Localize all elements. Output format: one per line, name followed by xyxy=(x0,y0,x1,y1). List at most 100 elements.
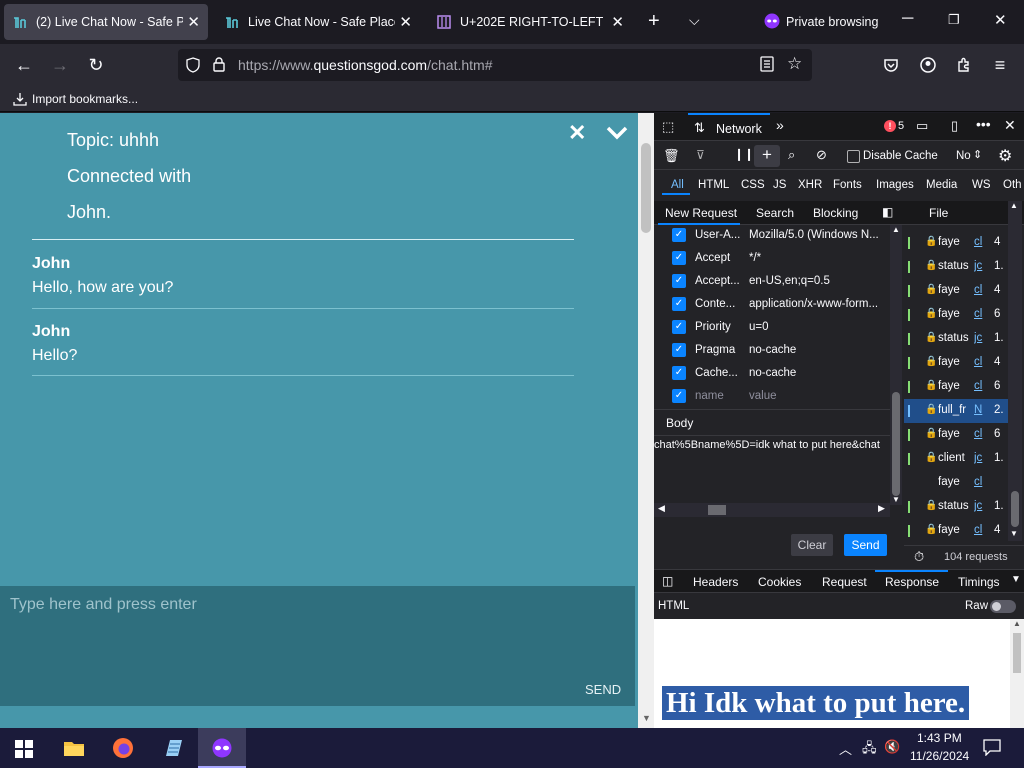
request-list-scrollbar[interactable]: ▲ ▼ xyxy=(1008,201,1022,541)
tab-blocking[interactable]: Blocking xyxy=(813,206,858,220)
pocket-icon[interactable] xyxy=(878,52,904,78)
pause-icon[interactable]: ❙❙ xyxy=(734,147,754,161)
scroll-down-icon[interactable]: ▼ xyxy=(642,713,651,723)
header-name[interactable]: Pragma xyxy=(695,344,743,356)
lock-icon[interactable] xyxy=(212,56,226,72)
bookmark-star-icon[interactable]: ☆ xyxy=(787,54,802,74)
reader-view-icon[interactable] xyxy=(760,56,774,75)
file-column-header[interactable]: File xyxy=(929,206,948,220)
request-row[interactable]: 🔒 client jc 1. xyxy=(904,447,1008,471)
chat-input-placeholder[interactable]: Type here and press enter xyxy=(10,596,197,614)
header-value[interactable]: en-US,en;q=0.5 xyxy=(749,275,884,287)
filter-css[interactable]: CSS xyxy=(741,179,765,191)
tab-request[interactable]: Request xyxy=(822,575,867,589)
new-tab-icon[interactable]: + xyxy=(648,10,660,33)
trash-icon[interactable]: 🗑 xyxy=(663,148,680,164)
body-hscrollbar[interactable]: ◀ ▶ xyxy=(654,503,890,517)
notifications-icon[interactable] xyxy=(983,738,1001,757)
close-tab-icon[interactable]: ✕ xyxy=(399,13,412,31)
scroll-up-icon[interactable]: ▲ xyxy=(1013,619,1021,628)
toggle-sidebar-icon[interactable]: ◧ xyxy=(882,205,893,219)
filter-images[interactable]: Images xyxy=(876,179,914,191)
request-row[interactable]: 🔒 faye cl 6 xyxy=(904,423,1008,447)
toggle-details-icon[interactable]: ◫ xyxy=(662,574,673,588)
scroll-up-icon[interactable]: ▲ xyxy=(892,225,900,234)
url-text[interactable]: https://www.questionsgod.com/chat.htm# xyxy=(238,57,492,73)
request-row[interactable]: 🔒 faye cl 4 xyxy=(904,519,1008,543)
filter-ws[interactable]: WS xyxy=(972,179,991,191)
header-name[interactable]: Accept... xyxy=(695,275,743,287)
disable-cache-checkbox[interactable] xyxy=(847,150,860,163)
menu-icon[interactable]: ≡ xyxy=(987,52,1013,78)
header-value[interactable]: */* xyxy=(749,252,884,264)
header-enabled-checkbox[interactable]: ✓ xyxy=(672,320,686,334)
request-row[interactable]: 🔒 status jc 1. xyxy=(904,255,1008,279)
filter-media[interactable]: Media xyxy=(926,179,957,191)
raw-toggle[interactable] xyxy=(990,600,1016,613)
page-scrollbar[interactable]: ▼ xyxy=(638,113,654,728)
error-icon[interactable]: ! xyxy=(884,120,896,132)
filter-fonts[interactable]: Fonts xyxy=(833,179,862,191)
new-header-value-input[interactable]: value xyxy=(749,390,884,402)
scroll-right-icon[interactable]: ▶ xyxy=(878,503,885,514)
send-request-button[interactable]: Send xyxy=(844,534,887,556)
url-bar[interactable]: https://www.questionsgod.com/chat.htm# ☆ xyxy=(178,49,812,81)
header-enabled-checkbox[interactable]: ✓ xyxy=(672,297,686,311)
element-picker-icon[interactable]: ⬚ xyxy=(662,119,674,135)
header-enabled-checkbox[interactable]: ✓ xyxy=(672,366,686,380)
header-enabled-checkbox[interactable]: ✓ xyxy=(672,228,686,242)
clock-date[interactable]: 11/26/2024 xyxy=(910,749,969,763)
gear-icon[interactable]: ⚙ xyxy=(998,146,1012,166)
tab-3[interactable]: U+202E RIGHT-TO-LEFT OVER ✕ xyxy=(428,4,632,40)
notepad-icon[interactable] xyxy=(162,738,184,758)
header-enabled-checkbox[interactable]: ✓ xyxy=(672,274,686,288)
firefox-private-taskbar-button[interactable] xyxy=(198,728,246,768)
list-all-tabs-icon[interactable]: ⌵ xyxy=(689,12,700,29)
new-header-name-input[interactable]: name xyxy=(695,390,743,402)
filter-all[interactable]: All xyxy=(671,179,684,191)
forward-icon[interactable]: → xyxy=(47,52,73,78)
header-enabled-checkbox[interactable]: ✓ xyxy=(672,389,686,403)
request-body-textarea[interactable]: chat%5Bname%5D=idk what to put here&chat xyxy=(654,439,890,457)
filter-xhr[interactable]: XHR xyxy=(798,179,822,191)
header-enabled-checkbox[interactable]: ✓ xyxy=(672,343,686,357)
throttling-select[interactable]: No xyxy=(956,150,971,162)
scroll-up-icon[interactable]: ▲ xyxy=(1010,201,1018,210)
header-row[interactable]: ✓ Cache... no-cache xyxy=(654,363,888,386)
new-request-icon[interactable]: + xyxy=(754,145,780,167)
request-row[interactable]: 🔒 faye cl 6 xyxy=(904,303,1008,327)
scroll-down-icon[interactable]: ▼ xyxy=(892,495,900,504)
filter-js[interactable]: JS xyxy=(773,179,786,191)
header-value[interactable]: Mozilla/5.0 (Windows N... xyxy=(749,229,884,241)
close-chat-icon[interactable]: ✕ xyxy=(568,120,586,146)
tab-2[interactable]: Live Chat Now - Safe Place to ✕ xyxy=(216,4,420,40)
scroll-down-icon[interactable]: ▼ xyxy=(1010,529,1018,538)
import-bookmarks-link[interactable]: Import bookmarks... xyxy=(32,92,138,106)
tab-timings[interactable]: Timings xyxy=(958,575,1000,589)
close-tab-icon[interactable]: ✕ xyxy=(187,13,200,31)
tab-cookies[interactable]: Cookies xyxy=(758,575,801,589)
tab-search[interactable]: Search xyxy=(756,206,794,220)
close-tab-icon[interactable]: ✕ xyxy=(611,13,624,31)
header-row[interactable]: ✓ Accept */* xyxy=(654,248,888,271)
block-icon[interactable]: ⊘ xyxy=(816,147,827,163)
search-icon[interactable]: ⌕ xyxy=(788,147,795,163)
split-console-icon[interactable]: ▭ xyxy=(916,118,928,134)
clear-button[interactable]: Clear xyxy=(791,534,833,556)
request-row[interactable]: 🔒 faye cl 4 xyxy=(904,351,1008,375)
request-row[interactable]: 🔒 status jc 1. xyxy=(904,327,1008,351)
volume-muted-icon[interactable]: 🔇 xyxy=(884,739,900,755)
header-value[interactable]: u=0 xyxy=(749,321,884,333)
more-tabs-icon[interactable]: ▼ xyxy=(1011,574,1021,585)
request-row[interactable]: faye cl xyxy=(904,471,1008,495)
tab-1[interactable]: (2) Live Chat Now - Safe Place ✕ xyxy=(4,4,208,40)
chat-input-area[interactable]: Type here and press enter SEND xyxy=(0,586,635,706)
preview-scrollbar[interactable]: ▲ xyxy=(1010,619,1024,728)
account-icon[interactable] xyxy=(915,52,941,78)
close-window-icon[interactable]: ✕ xyxy=(994,11,1007,29)
header-row[interactable]: ✓ Pragma no-cache xyxy=(654,340,888,363)
minimize-icon[interactable]: ─ xyxy=(902,10,913,28)
header-name[interactable]: User-A... xyxy=(695,229,743,241)
request-row[interactable]: 🔒 faye cl 4 xyxy=(904,279,1008,303)
extensions-icon[interactable] xyxy=(951,52,977,78)
